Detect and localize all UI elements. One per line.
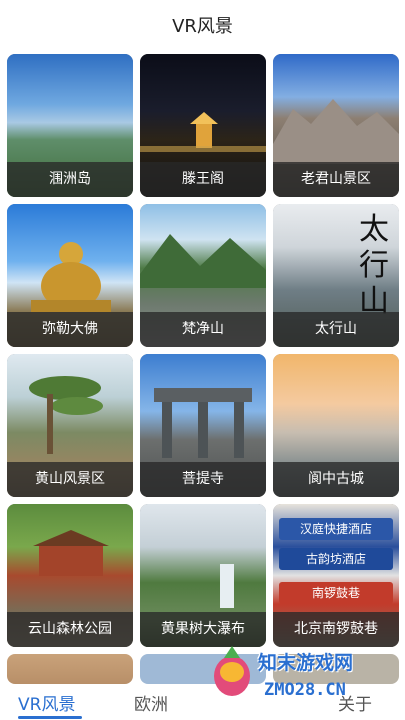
card-label: 太行山 xyxy=(273,312,399,347)
card-label: 菩提寺 xyxy=(140,462,266,497)
street-sign: 南锣鼓巷 xyxy=(279,582,393,604)
street-sign: 古韵坊酒店 xyxy=(279,548,393,570)
scenery-card-huangshan[interactable]: 黄山风景区 xyxy=(7,354,133,497)
scenery-card-partial[interactable] xyxy=(7,654,133,684)
scenery-card-yunshan[interactable]: 云山森林公园 xyxy=(7,504,133,647)
scenery-card-taihang[interactable]: 太行山 太行山 xyxy=(273,204,399,347)
card-label: 弥勒大佛 xyxy=(7,312,133,347)
card-label: 梵净山 xyxy=(140,312,266,347)
scenery-card-laojun[interactable]: 老君山景区 xyxy=(273,54,399,197)
tab-vr-scenery[interactable]: VR风景 xyxy=(18,690,75,715)
scenery-card-huangguoshu[interactable]: 黄果树大瀑布 xyxy=(140,504,266,647)
watermark: 知末游戏网 ZMO28.CN xyxy=(206,636,405,720)
scenery-card-tengwang[interactable]: 滕王阁 xyxy=(140,54,266,197)
scenery-card-maitreya[interactable]: 弥勒大佛 xyxy=(7,204,133,347)
scenery-card-nanluogu[interactable]: 汉庭快捷酒店 古韵坊酒店 南锣鼓巷 北京南锣鼓巷 xyxy=(273,504,399,647)
card-label: 阆中古城 xyxy=(273,462,399,497)
street-sign: 汉庭快捷酒店 xyxy=(279,518,393,540)
watermark-url: ZMO28.CN xyxy=(264,680,346,700)
watermark-text: 知末游戏网 xyxy=(258,652,354,674)
tab-europe[interactable]: 欧洲 xyxy=(134,690,168,715)
scenery-card-puti[interactable]: 菩提寺 xyxy=(140,354,266,497)
card-label: 滕王阁 xyxy=(140,162,266,197)
active-tab-indicator xyxy=(18,716,82,719)
card-label: 老君山景区 xyxy=(273,162,399,197)
scenery-card-langzhong[interactable]: 阆中古城 xyxy=(273,354,399,497)
card-label: 云山森林公园 xyxy=(7,612,133,647)
page-title: VR风景 xyxy=(172,16,233,37)
watermark-logo-icon xyxy=(214,646,250,696)
scenery-card-fanjing[interactable]: 梵净山 xyxy=(140,204,266,347)
scenery-card-weizhou[interactable]: 涠洲岛 xyxy=(7,54,133,197)
card-label: 黄山风景区 xyxy=(7,462,133,497)
top-bar: VR风景 xyxy=(0,0,405,50)
scenery-grid[interactable]: 涠洲岛 滕王阁 老君山景区 弥勒大佛 梵净山 太行山 太行山 黄山风景区 菩提寺… xyxy=(7,54,399,684)
card-label: 涠洲岛 xyxy=(7,162,133,197)
calligraphy-overlay: 太行山 xyxy=(359,212,389,319)
